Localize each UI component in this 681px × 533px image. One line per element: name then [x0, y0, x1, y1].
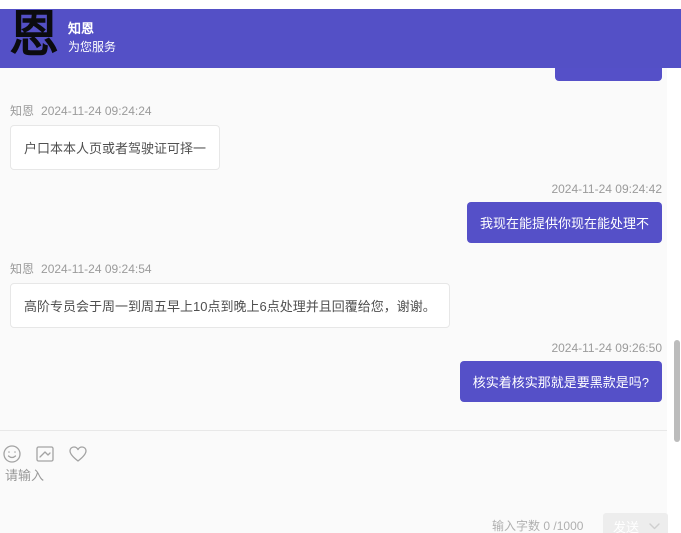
message-meta: 知恩 2024-11-24 09:24:54	[10, 260, 450, 277]
char-counter-count: 0	[543, 519, 550, 533]
message-timestamp: 2024-11-24 09:24:54	[41, 262, 152, 276]
message-right-2: 2024-11-24 09:26:50 核实着核实那就是要黑款是吗?	[460, 341, 662, 402]
message-meta: 2024-11-24 09:26:50	[460, 341, 662, 355]
message-bubble-partial	[555, 68, 662, 81]
message-bubble: 核实着核实那就是要黑款是吗?	[460, 361, 662, 402]
heart-icon[interactable]	[68, 444, 88, 464]
char-counter-limit: /1000	[553, 519, 583, 533]
message-input[interactable]	[5, 465, 645, 505]
message-timestamp: 2024-11-24 09:24:42	[551, 182, 662, 196]
message-bubble: 我现在能提供你现在能处理不	[467, 202, 662, 243]
brand-tagline: 为您服务	[68, 39, 116, 56]
composer-toolbar	[2, 444, 88, 464]
message-timestamp: 2024-11-24 09:24:24	[41, 104, 152, 118]
composer-divider	[0, 430, 667, 431]
char-counter-label: 输入字数	[492, 519, 540, 533]
message-meta: 2024-11-24 09:24:42	[467, 182, 662, 196]
send-button[interactable]: 发送	[603, 513, 668, 533]
char-counter: 输入字数 0 /1000	[492, 517, 583, 533]
message-left-1: 知恩 2024-11-24 09:24:24 户口本本人页或者驾驶证可择一	[10, 102, 220, 170]
brand-name: 知恩	[68, 20, 116, 37]
message-sender: 知恩	[10, 104, 34, 118]
message-timestamp: 2024-11-24 09:26:50	[551, 341, 662, 355]
scrollbar-thumb[interactable]	[674, 340, 680, 442]
brand-block: 知恩 为您服务	[68, 20, 116, 56]
message-input-area	[5, 465, 645, 505]
send-button-label: 发送	[603, 517, 639, 533]
message-bubble: 户口本本人页或者驾驶证可择一	[10, 125, 220, 170]
message-sender: 知恩	[10, 262, 34, 276]
emoji-icon[interactable]	[2, 444, 22, 464]
message-bubble: 高阶专员会于周一到周五早上10点到晚上6点处理并且回覆给您，谢谢。	[10, 283, 450, 328]
right-gutter	[667, 68, 681, 533]
message-meta: 知恩 2024-11-24 09:24:24	[10, 102, 220, 119]
image-icon[interactable]	[35, 444, 55, 464]
message-right-1: 2024-11-24 09:24:42 我现在能提供你现在能处理不	[467, 182, 662, 243]
chevron-down-icon[interactable]	[649, 523, 660, 530]
chat-window: 恩 知恩 为您服务 知恩 2024-11-24 09:24:24 户口本本人页或者…	[0, 0, 681, 533]
message-left-2: 知恩 2024-11-24 09:24:54 高阶专员会于周一到周五早上10点到晚…	[10, 260, 450, 328]
chat-header: 恩 知恩 为您服务	[0, 9, 681, 68]
top-strip	[0, 0, 681, 9]
brand-logo: 恩	[8, 3, 60, 65]
